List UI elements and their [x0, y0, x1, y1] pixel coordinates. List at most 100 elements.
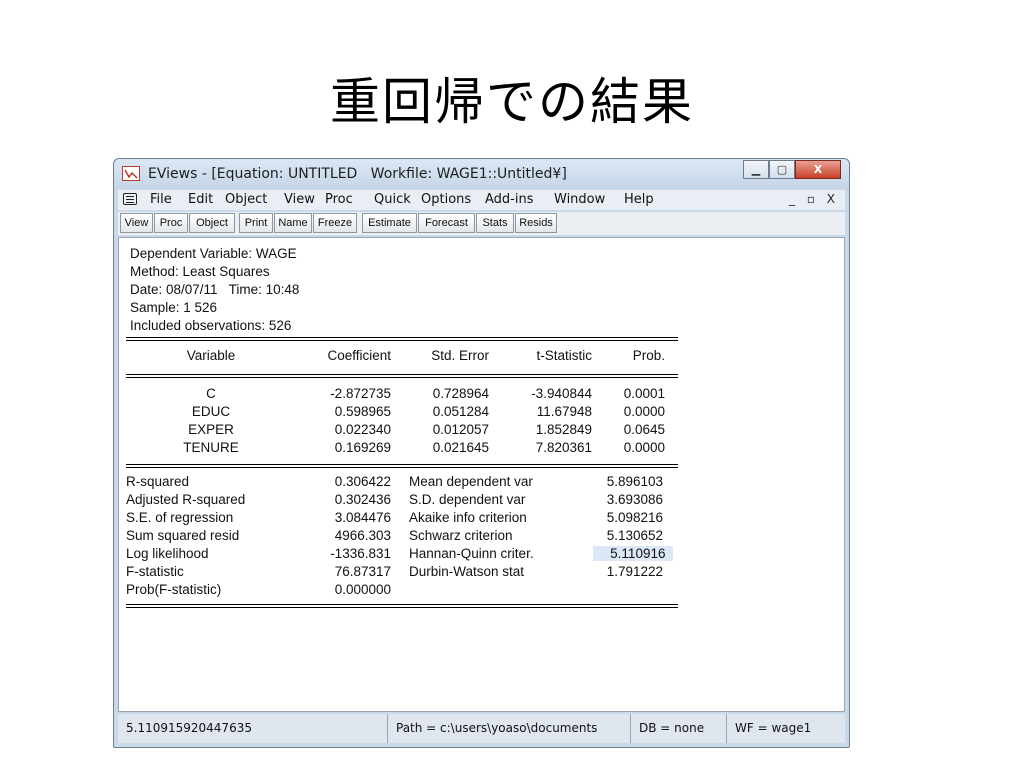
- row-coefficient: 0.598965: [334, 404, 391, 419]
- stat-label: R-squared: [126, 474, 190, 489]
- estimation-output[interactable]: Dependent Variable: WAGE Method: Least S…: [118, 237, 845, 712]
- status-path: Path = c:\users\yoaso\documents: [388, 714, 631, 743]
- maximize-icon: ▢: [776, 163, 788, 176]
- window-controls: ▁ ▢ X: [743, 160, 841, 181]
- col-header-prob: Prob.: [632, 348, 665, 363]
- table-rule-top: [126, 337, 678, 341]
- selected-stat-value[interactable]: 5.110916: [593, 546, 673, 561]
- window-title: EViews - [Equation: UNTITLED Workfile: W…: [148, 166, 567, 182]
- stat-label: Mean dependent var: [409, 474, 533, 489]
- stat-label: Hannan-Quinn criter.: [409, 546, 534, 561]
- stat-value: 5.098216: [606, 510, 663, 525]
- stat-label: F-statistic: [126, 564, 184, 579]
- eviews-window: EViews - [Equation: UNTITLED Workfile: W…: [113, 158, 850, 748]
- menu-proc[interactable]: Proc: [325, 192, 353, 207]
- col-header-variable: Variable: [186, 348, 236, 363]
- col-header-std-error: Std. Error: [431, 348, 489, 363]
- stat-label: S.D. dependent var: [409, 492, 526, 507]
- row-coefficient: -2.872735: [330, 386, 391, 401]
- status-wf: WF = wage1: [735, 721, 812, 735]
- header-date: Date: 08/07/11 Time: 10:48: [130, 282, 300, 297]
- row-std-error: 0.051284: [432, 404, 489, 419]
- toolbar-view-button[interactable]: View: [120, 213, 153, 233]
- menu-help[interactable]: Help: [624, 192, 654, 207]
- header-dependent-variable: Dependent Variable: WAGE: [130, 246, 297, 261]
- header-observations: Included observations: 526: [130, 318, 292, 333]
- status-command-value: 5.110915920447635: [118, 714, 388, 743]
- mdi-window-controls[interactable]: _ ▫ X: [789, 192, 839, 206]
- row-std-error: 0.021645: [432, 440, 489, 455]
- header-sample: Sample: 1 526: [130, 300, 218, 315]
- row-prob: 0.0000: [623, 404, 665, 419]
- menu-object[interactable]: Object: [225, 192, 267, 207]
- toolbar-proc-button[interactable]: Proc: [154, 213, 188, 233]
- toolbar-name-button[interactable]: Name: [274, 213, 312, 233]
- menu-options[interactable]: Options: [421, 192, 471, 207]
- stat-label: Schwarz criterion: [409, 528, 513, 543]
- menu-add-ins[interactable]: Add-ins: [485, 192, 533, 207]
- stat-value: 5.896103: [606, 474, 663, 489]
- menu-view[interactable]: View: [284, 192, 315, 207]
- row-variable: C: [206, 386, 216, 401]
- minimize-icon: ▁: [751, 163, 761, 176]
- toolbar-freeze-button[interactable]: Freeze: [313, 213, 357, 233]
- window-titlebar[interactable]: EViews - [Equation: UNTITLED Workfile: W…: [114, 159, 849, 189]
- row-variable: EXPER: [188, 422, 234, 437]
- minimize-button[interactable]: ▁: [743, 160, 769, 179]
- statusbar: 5.110915920447635 Path = c:\users\yoaso\…: [118, 714, 845, 743]
- toolbar-stats-button[interactable]: Stats: [476, 213, 514, 233]
- toolbar-resids-button[interactable]: Resids: [515, 213, 557, 233]
- stat-label: Adjusted R-squared: [126, 492, 246, 507]
- stat-value: 1.791222: [606, 564, 663, 579]
- header-method: Method: Least Squares: [130, 264, 270, 279]
- menu-file[interactable]: File: [150, 192, 172, 207]
- stat-label: Prob(F-statistic): [126, 582, 222, 597]
- stat-label: S.E. of regression: [126, 510, 234, 525]
- stat-value: 5.130652: [606, 528, 663, 543]
- slide-title: 重回帰での結果: [330, 73, 694, 131]
- stat-label: Akaike info criterion: [409, 510, 527, 525]
- row-t-statistic: 11.67948: [536, 404, 592, 419]
- toolbar-forecast-button[interactable]: Forecast: [418, 213, 475, 233]
- row-std-error: 0.012057: [432, 422, 489, 437]
- eviews-app-icon[interactable]: [122, 166, 140, 181]
- toolbar-print-button[interactable]: Print: [239, 213, 273, 233]
- stat-value: 5.110916: [610, 546, 666, 561]
- stat-label: Log likelihood: [126, 546, 209, 561]
- row-t-statistic: 1.852849: [535, 422, 592, 437]
- stat-value: 0.306422: [334, 474, 391, 489]
- menu-edit[interactable]: Edit: [188, 192, 213, 207]
- stat-label: Sum squared resid: [126, 528, 240, 543]
- stat-value: 76.87317: [334, 564, 391, 579]
- row-std-error: 0.728964: [432, 386, 489, 401]
- row-t-statistic: 7.820361: [535, 440, 592, 455]
- row-prob: 0.0001: [623, 386, 665, 401]
- row-coefficient: 0.169269: [334, 440, 391, 455]
- row-variable: TENURE: [183, 440, 239, 455]
- stat-value: 4966.303: [334, 528, 391, 543]
- table-rule-bottom: [126, 604, 678, 608]
- stat-value: 0.000000: [334, 582, 391, 597]
- stat-value: 3.084476: [334, 510, 391, 525]
- menu-window[interactable]: Window: [554, 192, 605, 207]
- col-header-coefficient: Coefficient: [327, 348, 391, 363]
- row-coefficient: 0.022340: [334, 422, 391, 437]
- row-prob: 0.0000: [623, 440, 665, 455]
- equation-toolbar: View Proc Object Print Name Freeze Estim…: [118, 212, 845, 235]
- status-db: DB = none: [631, 714, 727, 743]
- document-menu-icon[interactable]: [123, 193, 137, 205]
- menu-quick[interactable]: Quick: [374, 192, 411, 207]
- table-rule-stats: [126, 464, 678, 468]
- table-rule-mid: [126, 374, 678, 378]
- stat-value: -1336.831: [330, 546, 391, 561]
- maximize-button[interactable]: ▢: [769, 160, 795, 179]
- stat-value: 3.693086: [606, 492, 663, 507]
- row-t-statistic: -3.940844: [531, 386, 592, 401]
- menubar: File Edit Object View Proc Quick Options…: [118, 190, 845, 210]
- toolbar-estimate-button[interactable]: Estimate: [362, 213, 417, 233]
- stat-label: Durbin-Watson stat: [409, 564, 525, 579]
- toolbar-object-button[interactable]: Object: [189, 213, 235, 233]
- col-header-t-statistic: t-Statistic: [536, 348, 592, 363]
- row-variable: EDUC: [191, 404, 231, 419]
- close-button[interactable]: X: [795, 160, 841, 179]
